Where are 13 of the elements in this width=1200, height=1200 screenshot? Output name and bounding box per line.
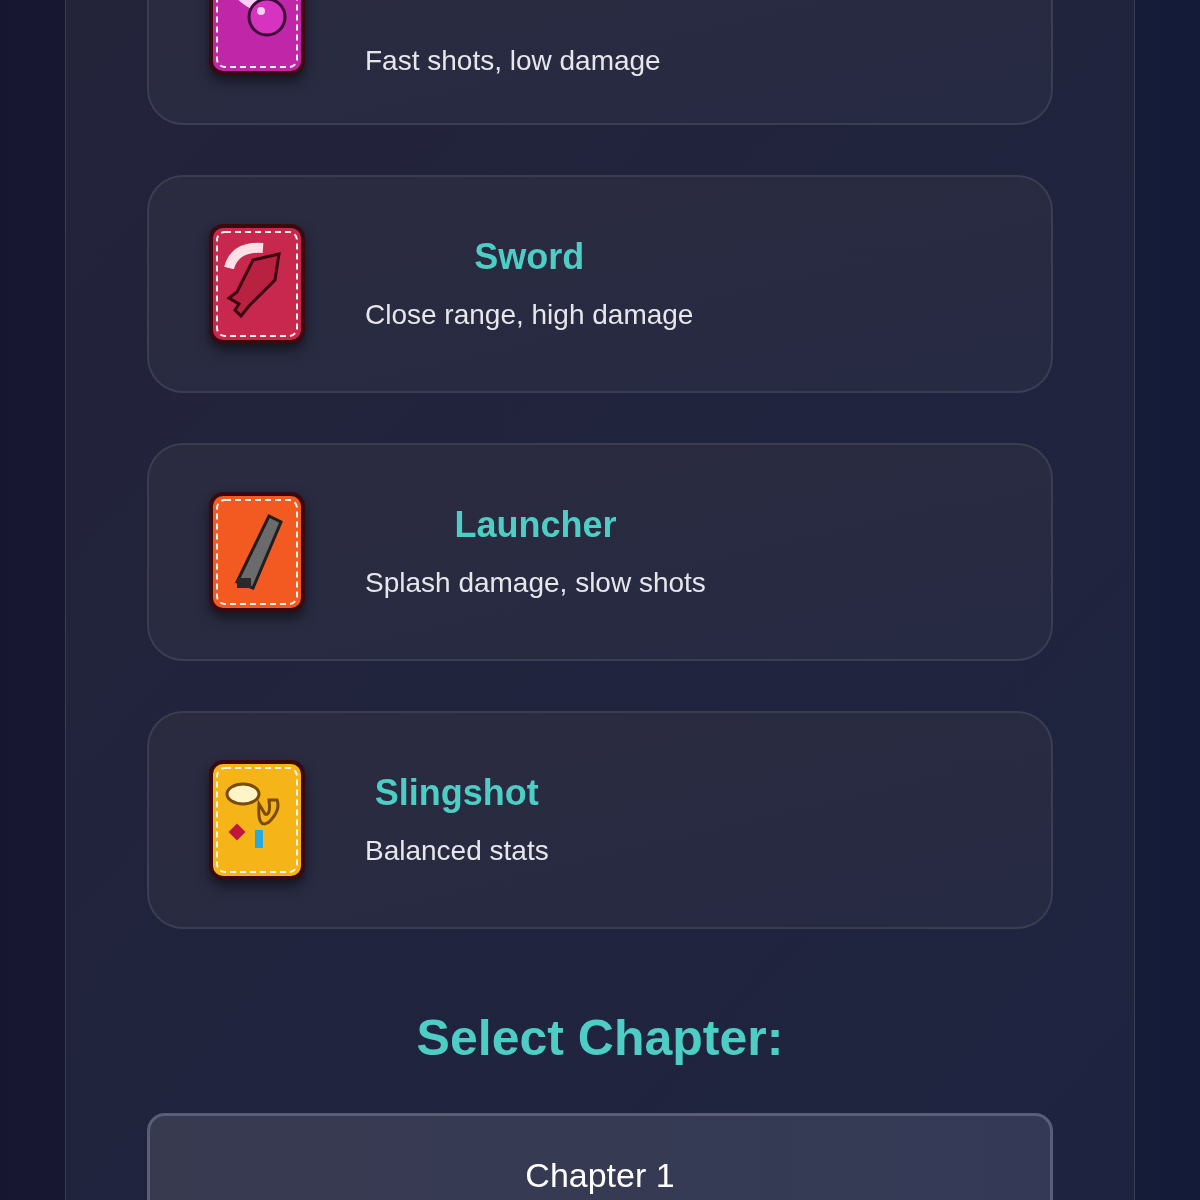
section-heading: Select Chapter:	[415, 1013, 785, 1063]
weapon-title: Launcher	[454, 507, 617, 543]
chapter-button[interactable]: Chapter 1	[147, 1113, 1053, 1200]
weapon-title: Sword	[474, 239, 585, 275]
weapon-title: Slingshot	[374, 775, 539, 811]
weapon-description: Close range, high damage	[365, 301, 694, 329]
weapon-card[interactable]: Sword Close range, high damage	[147, 175, 1053, 393]
weapon-card[interactable]: Slingshot Balanced stats	[147, 711, 1053, 929]
weapon-description: Fast shots, low damage	[365, 47, 661, 75]
weapon-description: Splash damage, slow shots	[365, 569, 706, 597]
weapon-card[interactable]: Fast shots, low damage	[147, 0, 1053, 125]
weapon-card[interactable]: Launcher Splash damage, slow shots	[147, 443, 1053, 661]
weapon-description: Balanced stats	[365, 837, 549, 865]
